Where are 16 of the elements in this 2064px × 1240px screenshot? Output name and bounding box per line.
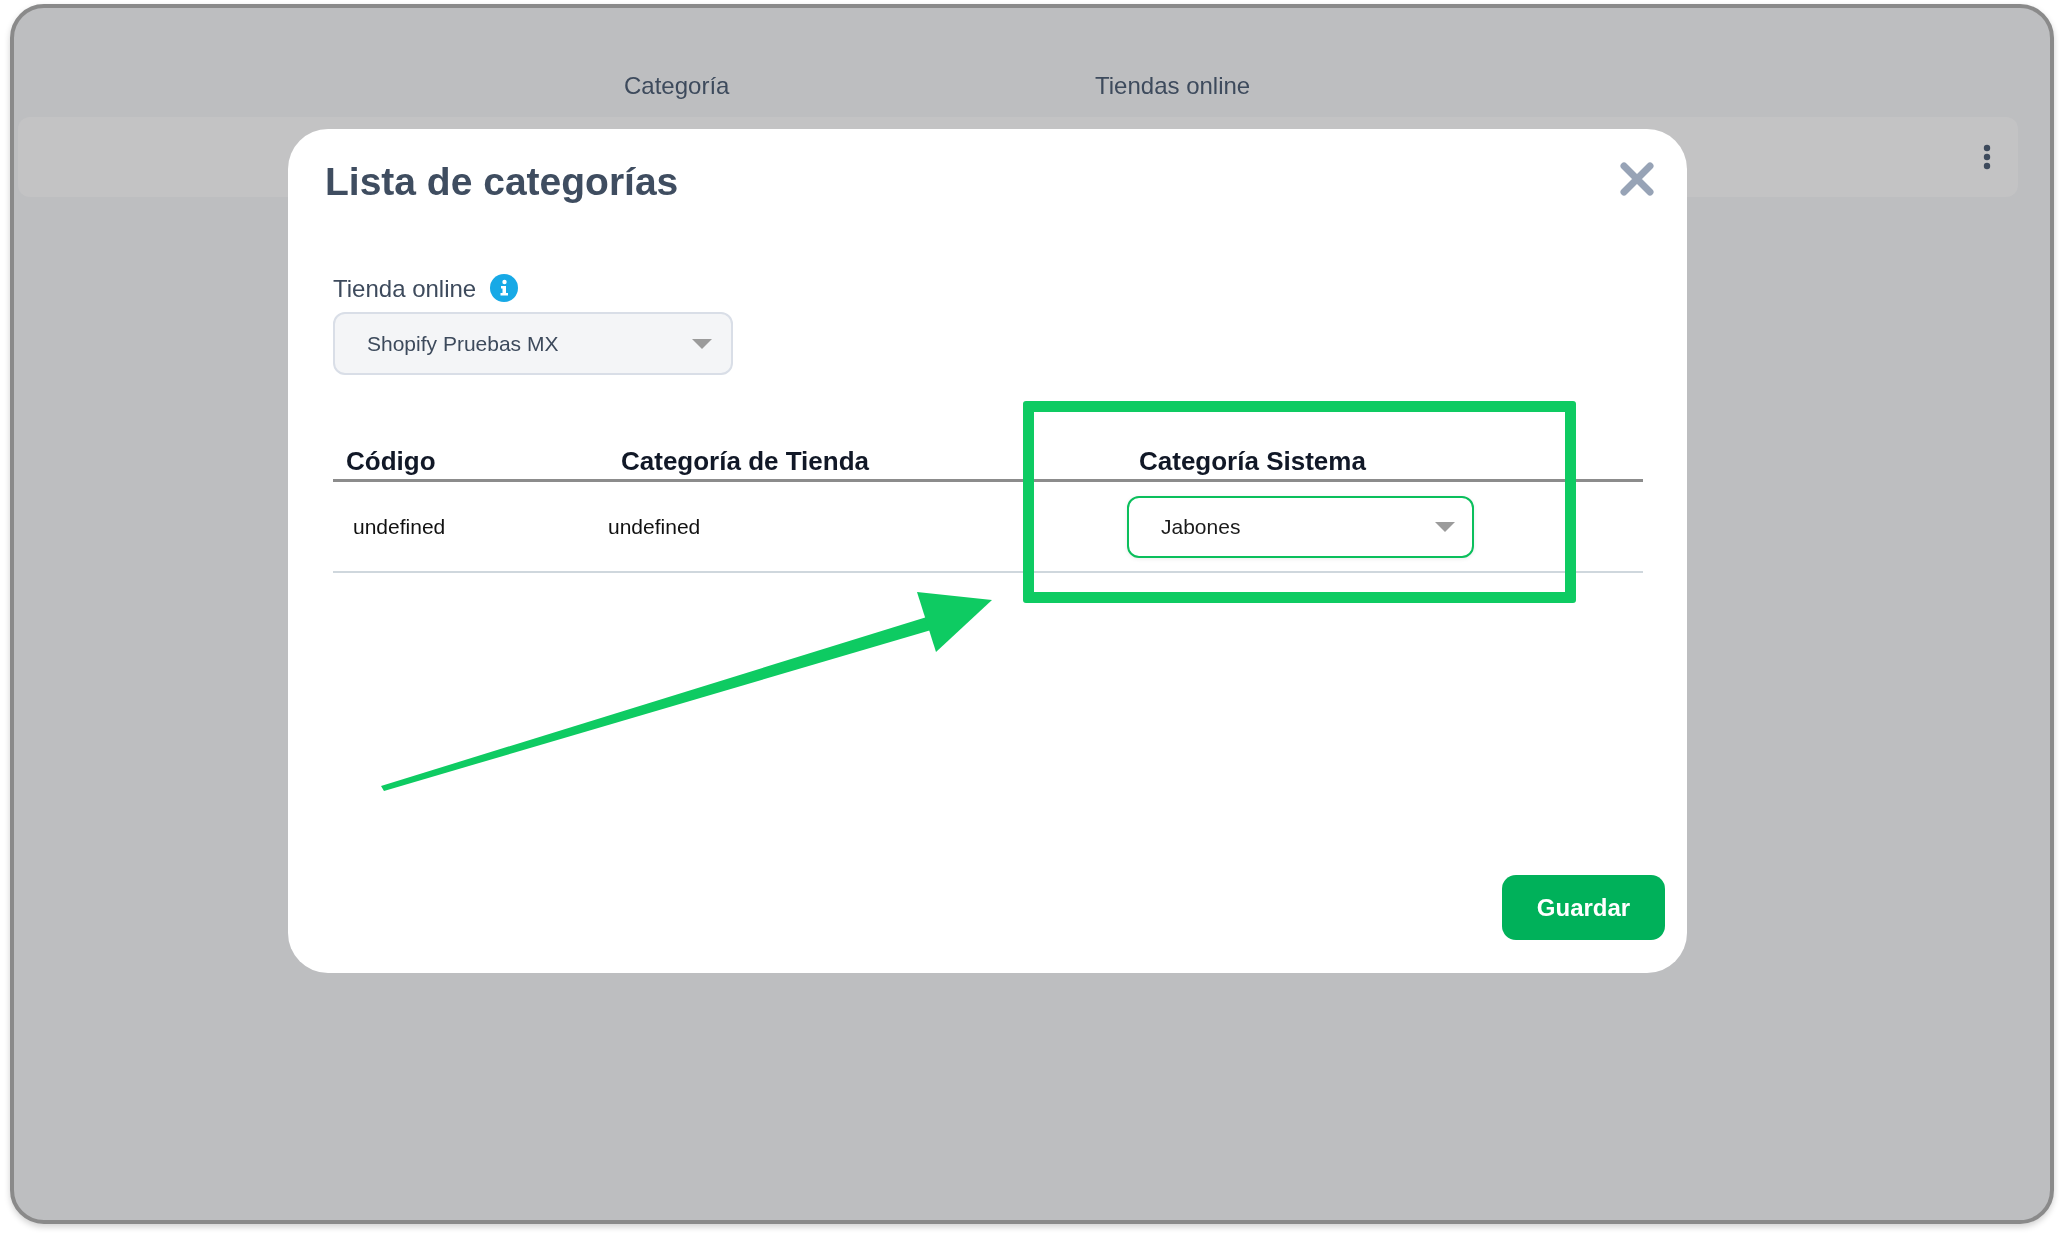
column-header: Categoría [624, 72, 730, 101]
field-label: Tienda online [333, 275, 477, 303]
column-header: Tiendas online [1095, 72, 1251, 101]
caret-icon [692, 338, 712, 349]
close-icon[interactable] [1620, 162, 1654, 196]
store-select[interactable]: Shopify Pruebas MX [333, 312, 733, 375]
category-select[interactable]: Jabones [1127, 495, 1474, 558]
kebab-menu-icon[interactable] [1983, 144, 1991, 170]
table-cell: undefined [353, 513, 446, 540]
modal-title: Lista de categorías [325, 159, 679, 205]
table-cell: undefined [608, 513, 701, 540]
column-header: Código [345, 446, 436, 476]
info-icon[interactable] [490, 273, 519, 302]
caret-icon [1435, 521, 1455, 532]
column-header: Categoría Sistema [1139, 446, 1366, 476]
column-header: Categoría de Tienda [621, 446, 870, 476]
